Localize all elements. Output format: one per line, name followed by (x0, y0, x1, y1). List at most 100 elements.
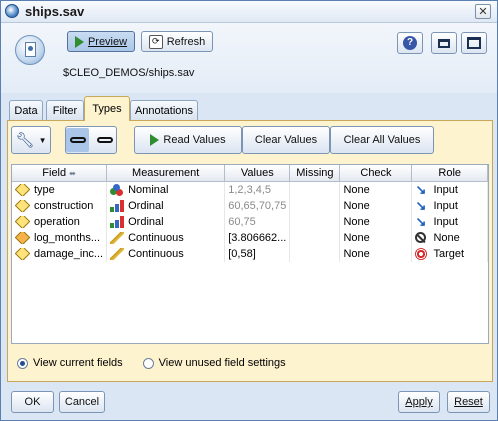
ordinal-icon (110, 199, 125, 212)
check-cell[interactable]: None (339, 181, 413, 198)
table-row[interactable]: type Nominal 1,2,3,4,5 None ↘ Input (12, 181, 488, 198)
read-values-button[interactable]: Read Values (134, 126, 242, 154)
title-bar: ships.sav ✕ (1, 1, 497, 23)
role-value: Input (433, 199, 458, 212)
help-button[interactable]: ? (397, 32, 423, 54)
column-header-values[interactable]: Values (224, 165, 291, 182)
preview-button[interactable]: Preview (67, 31, 135, 52)
tab-annotations[interactable]: Annotations (130, 100, 198, 120)
column-header-measurement[interactable]: Measurement (106, 165, 226, 182)
values-cell[interactable]: 1,2,3,4,5 (224, 181, 291, 198)
glasses-icon (69, 137, 86, 143)
app-icon (5, 4, 19, 18)
apply-button[interactable]: Apply (398, 391, 440, 413)
role-value: Target (433, 247, 465, 260)
values-cell[interactable]: [0,58] (224, 245, 291, 262)
field-types-table: Field ⬌ Measurement Values Missing Check … (11, 164, 489, 344)
chevron-down-icon: ▼ (38, 135, 47, 145)
glasses-dark-icon (96, 137, 113, 143)
view-glasses-on-button[interactable] (66, 128, 89, 152)
view-unused-fields-option[interactable]: View unused field settings (142, 357, 286, 369)
measurement-value: Nominal (128, 183, 169, 196)
cancel-button[interactable]: Cancel (59, 391, 105, 413)
maximize-button[interactable] (461, 32, 487, 54)
measurement-value: Ordinal (128, 199, 164, 212)
measurement-value: Continuous (128, 247, 184, 260)
nominal-icon (110, 183, 124, 196)
values-cell[interactable]: [3.806662... (224, 229, 291, 246)
check-cell[interactable]: None (339, 197, 413, 214)
field-name: damage_inc... (34, 247, 104, 260)
table-row[interactable]: damage_inc... Continuous [0,58] None Tar… (12, 245, 488, 262)
string-field-icon (15, 215, 31, 228)
input-arrow-icon: ↘ (415, 199, 427, 212)
table-header-row: Field ⬌ Measurement Values Missing Check … (12, 165, 488, 182)
view-options: View current fields View unused field se… (17, 357, 286, 369)
check-cell[interactable]: None (339, 245, 413, 262)
reset-button[interactable]: Reset (447, 391, 490, 413)
window-title: ships.sav (25, 4, 85, 19)
none-role-icon (415, 231, 427, 243)
clear-all-values-button[interactable]: Clear All Values (330, 126, 434, 154)
table-row[interactable]: operation Ordinal 60,75 None ↘ Input (12, 213, 488, 230)
minimize-icon (438, 38, 450, 48)
sort-icon: ⬌ (69, 169, 76, 178)
refresh-button[interactable]: ⟳ Refresh (141, 31, 213, 52)
field-name: construction (34, 199, 94, 212)
preview-label: Preview (87, 35, 128, 48)
tab-filter[interactable]: Filter (46, 100, 84, 120)
values-cell[interactable]: 60,75 (224, 213, 291, 230)
check-cell[interactable]: None (339, 213, 413, 230)
measurement-value: Ordinal (128, 215, 164, 228)
continuous-ruler-icon (110, 247, 125, 260)
close-button[interactable]: ✕ (475, 4, 491, 19)
values-cell[interactable]: 60,65,70,75 (224, 197, 291, 214)
source-path: $CLEO_DEMOS/ships.sav (63, 67, 195, 79)
refresh-label: Refresh (166, 35, 206, 48)
missing-cell[interactable] (289, 245, 341, 262)
ok-button[interactable]: OK (11, 391, 54, 413)
refresh-icon: ⟳ (148, 34, 163, 49)
tab-types[interactable]: Types (84, 96, 130, 121)
play-icon (150, 134, 160, 146)
view-glasses-off-button[interactable] (93, 128, 116, 152)
string-field-icon (15, 183, 31, 196)
field-name: operation (34, 215, 80, 228)
missing-cell[interactable] (289, 213, 341, 230)
table-row[interactable]: log_months... Continuous [3.806662... No… (12, 229, 488, 246)
string-field-icon (15, 247, 31, 260)
input-arrow-icon: ↘ (415, 183, 427, 196)
radio-checked-icon (17, 357, 28, 369)
view-toggle-group (65, 126, 117, 154)
maximize-icon (467, 37, 481, 49)
field-name: type (34, 183, 55, 196)
dialog-window: ships.sav ✕ Preview ⟳ Refresh ? $CLEO_DE… (0, 0, 498, 421)
minimize-button[interactable] (431, 32, 457, 54)
column-header-field[interactable]: Field ⬌ (12, 165, 108, 182)
view-unused-label: View unused field settings (158, 357, 286, 369)
field-name: log_months... (34, 231, 101, 244)
column-header-missing[interactable]: Missing (289, 165, 341, 182)
read-values-label: Read Values (163, 134, 226, 146)
missing-cell[interactable] (289, 197, 341, 214)
input-arrow-icon: ↘ (415, 215, 427, 228)
target-role-icon (415, 247, 428, 260)
play-icon (74, 35, 84, 48)
table-row[interactable]: construction Ordinal 60,65,70,75 None ↘ I… (12, 197, 488, 214)
view-current-label: View current fields (33, 357, 123, 369)
check-cell[interactable]: None (339, 229, 413, 246)
clear-values-button[interactable]: Clear Values (242, 126, 330, 154)
column-header-check[interactable]: Check (339, 165, 413, 182)
continuous-ruler-icon (110, 231, 125, 244)
radio-unchecked-icon (142, 357, 154, 369)
view-current-fields-option[interactable]: View current fields (17, 357, 123, 369)
role-value: Input (433, 183, 458, 196)
role-value: None (433, 231, 460, 244)
role-value: Input (433, 215, 458, 228)
column-header-role[interactable]: Role (411, 165, 488, 182)
tools-menu-button[interactable]: 🔧︎ ▼ (11, 126, 51, 154)
tab-data[interactable]: Data (9, 100, 43, 120)
source-node-icon (15, 35, 45, 65)
missing-cell[interactable] (289, 181, 341, 198)
missing-cell[interactable] (289, 229, 341, 246)
